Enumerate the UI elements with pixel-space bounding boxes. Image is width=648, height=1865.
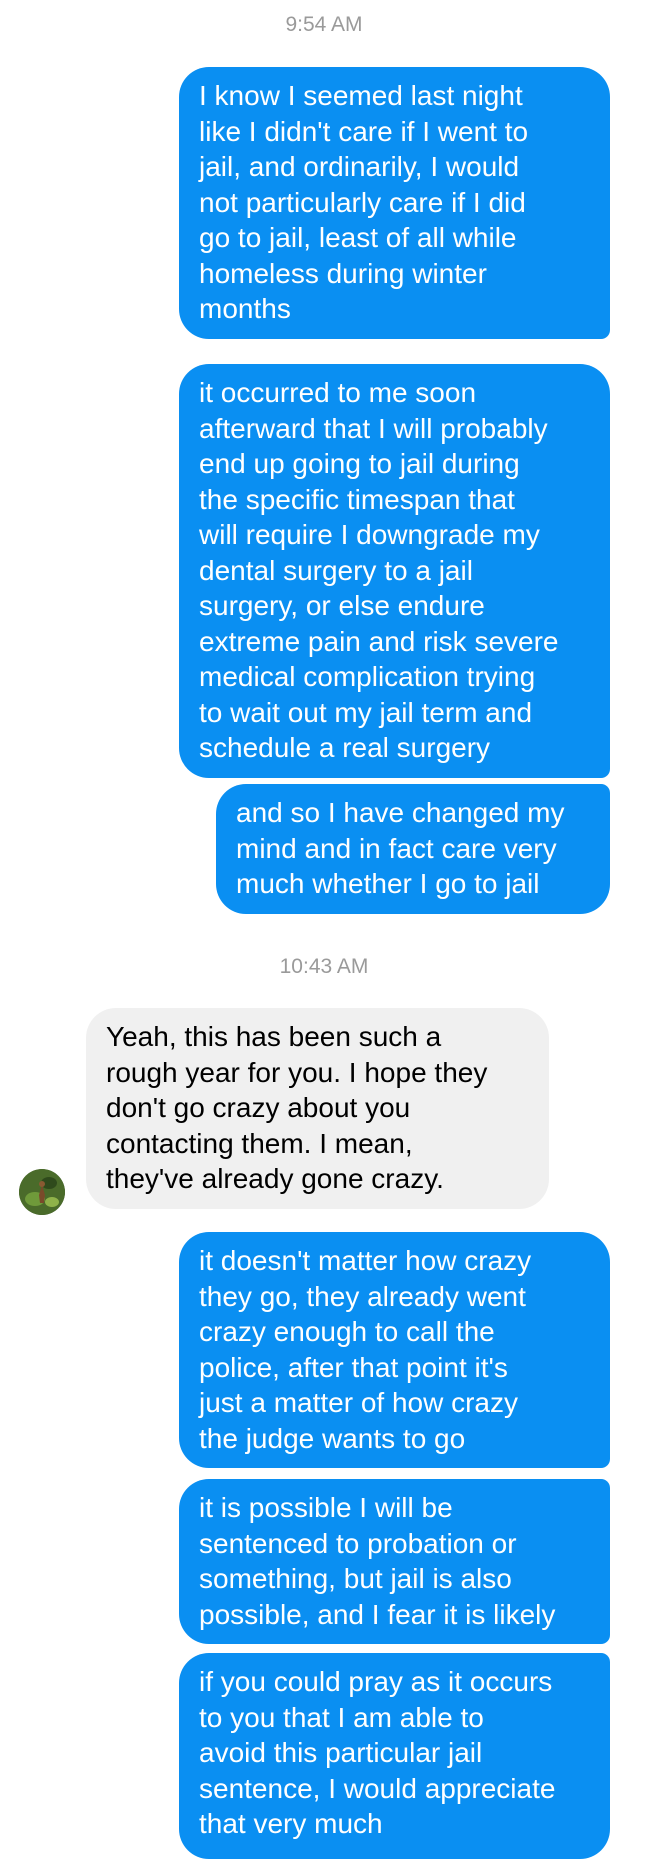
outgoing-message[interactable]: and so I have changed my mind and in fac… bbox=[216, 784, 610, 914]
message-line: possible, and I fear it is likely bbox=[199, 1598, 556, 1630]
message-line: Yeah, this has been such a bbox=[106, 1021, 442, 1052]
message-line: jail, and ordinarily, I would bbox=[199, 151, 520, 182]
message-line: avoid this particular jail bbox=[199, 1737, 483, 1768]
message-line: if you could pray as it occurs bbox=[199, 1666, 553, 1697]
message-line: just a matter of how crazy bbox=[199, 1387, 519, 1418]
message-line: the judge wants to go bbox=[199, 1422, 466, 1454]
message-line: sentence, I would appreciate bbox=[199, 1772, 556, 1804]
timestamp: 10:43 AM bbox=[279, 955, 369, 978]
message-line: to you that I am able to bbox=[199, 1701, 484, 1733]
message-line: contacting them. I mean, bbox=[106, 1127, 413, 1159]
incoming-message[interactable]: Yeah, this has been such a rough year fo… bbox=[86, 1008, 549, 1209]
outgoing-message[interactable]: I know I seemed last night like I didn't… bbox=[179, 67, 610, 339]
message-line: mind and in fact care very bbox=[236, 832, 557, 864]
message-line: it doesn't matter how crazy bbox=[199, 1245, 532, 1276]
message-line: don't go crazy about you bbox=[106, 1092, 411, 1123]
message-line: homeless during winter bbox=[199, 257, 487, 289]
message-line: not particularly care if I did bbox=[199, 186, 526, 218]
message-line: police, after that point it's bbox=[199, 1351, 508, 1383]
message-line: go to jail, least of all while bbox=[199, 222, 517, 253]
message-line: that very much bbox=[199, 1808, 383, 1839]
message-line: much whether I go to jail bbox=[236, 868, 540, 899]
outgoing-message[interactable]: if you could pray as it occurs to you th… bbox=[179, 1653, 610, 1859]
avatar-photo-icon bbox=[19, 1169, 65, 1215]
message-line: months bbox=[199, 293, 291, 324]
timestamp: 9:54 AM bbox=[285, 13, 363, 36]
message-line: they go, they already went bbox=[199, 1280, 526, 1312]
message-line: surgery, or else endure bbox=[199, 590, 485, 621]
message-line: it occurred to me soon bbox=[199, 377, 477, 408]
message-line: schedule a real surgery bbox=[199, 732, 491, 763]
message-line: something, but jail is also bbox=[199, 1563, 512, 1594]
message-line: extreme pain and risk severe bbox=[199, 625, 559, 657]
message-line: I know I seemed last night bbox=[199, 80, 523, 111]
outgoing-message[interactable]: it is possible I will be sentenced to pr… bbox=[179, 1479, 610, 1644]
message-line: the specific timespan that bbox=[199, 483, 515, 515]
message-line: sentenced to probation or bbox=[199, 1527, 517, 1559]
contact-avatar[interactable] bbox=[19, 1169, 65, 1215]
outgoing-message[interactable]: it doesn't matter how crazy they go, the… bbox=[179, 1232, 610, 1468]
message-line: will require I downgrade my bbox=[199, 519, 540, 550]
message-line: crazy enough to call the bbox=[199, 1316, 495, 1347]
message-line: they've already gone crazy. bbox=[106, 1163, 444, 1194]
message-line: to wait out my jail term and bbox=[199, 696, 533, 728]
message-line: dental surgery to a jail bbox=[199, 554, 473, 586]
message-line: like I didn't care if I went to bbox=[199, 115, 529, 147]
message-line: rough year for you. I hope they bbox=[106, 1056, 488, 1088]
message-line: it is possible I will be bbox=[199, 1492, 453, 1523]
message-line: and so I have changed my bbox=[236, 797, 565, 828]
outgoing-message[interactable]: it occurred to me soon afterward that I … bbox=[179, 364, 610, 778]
message-line: end up going to jail during bbox=[199, 448, 520, 479]
message-line: medical complication trying bbox=[199, 661, 536, 692]
message-line: afterward that I will probably bbox=[199, 412, 548, 444]
